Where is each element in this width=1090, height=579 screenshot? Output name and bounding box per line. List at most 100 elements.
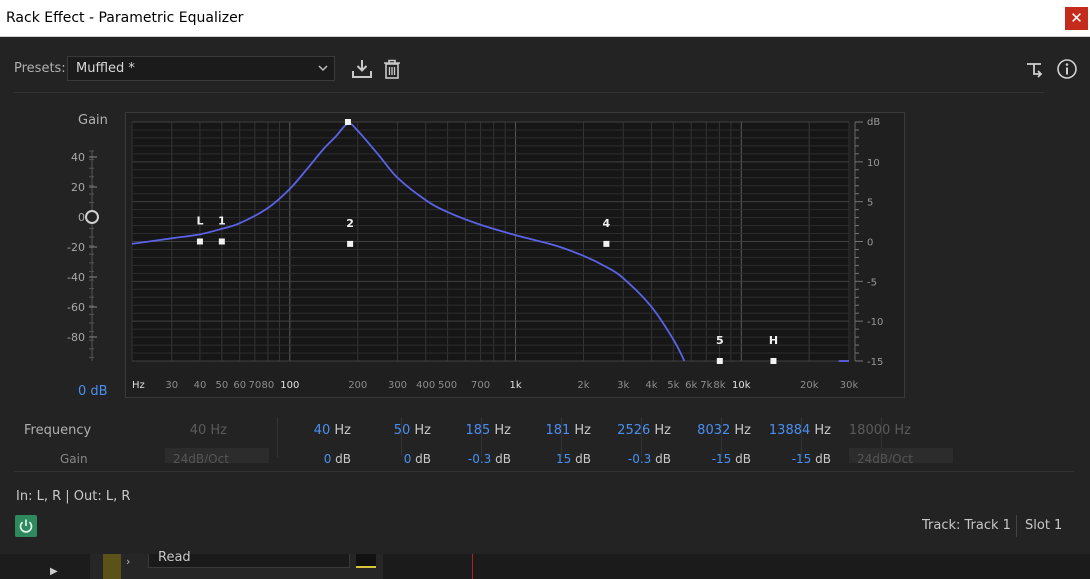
frequency-row-label: Frequency (24, 423, 92, 438)
band-frequency-unit: Hz (490, 423, 511, 438)
divider (14, 471, 1074, 472)
band-gain-unit: dB (411, 452, 431, 463)
track-header-area (0, 554, 90, 579)
slot-label: Slot 1 (1025, 518, 1063, 533)
expand-icon[interactable]: › (126, 555, 130, 568)
channel-routing-button[interactable] (1024, 58, 1048, 82)
trash-icon (384, 59, 400, 79)
underlying-track-strip: ▶ › Read ⌄ (0, 550, 1090, 579)
gain-scale-label: -20 (67, 241, 85, 254)
band-7-gain[interactable]: -15 dB (673, 452, 751, 463)
track-label: Track: Track 1 (922, 518, 1011, 533)
frequency-tick-label: 50 (215, 380, 228, 391)
frequency-tick-label: 8k (713, 380, 725, 391)
band-frequency-unit: Hz (650, 423, 671, 438)
eq-frequency-graph[interactable]: Hz 30 40 50 60 70 80 100 200 300 400 500 700 1k 2k 3k 4k… (126, 113, 904, 397)
frequency-tick-label: 1k (509, 380, 521, 391)
frequency-tick-label: Hz (132, 380, 145, 391)
band-frequency-unit: Hz (730, 423, 751, 438)
band-5-gain[interactable]: 15 dB (513, 452, 591, 463)
band-handle[interactable] (196, 238, 203, 245)
gain-scale-label: -60 (67, 301, 85, 314)
band-3-gain[interactable]: 0 dB (353, 452, 431, 463)
master-gain-slider[interactable]: 40 20 0 -20 -40 -60 -80 (60, 147, 110, 367)
db-tick-label: 10 (867, 158, 880, 169)
gain-scale-label: 40 (71, 151, 85, 164)
frequency-tick-label: 400 (416, 380, 435, 391)
play-icon[interactable]: ▶ (50, 566, 58, 577)
band-frequency-value: 181 (545, 423, 571, 438)
frequency-tick-label: 3k (617, 380, 629, 391)
band-frequency-value: 185 (465, 423, 491, 438)
window-title: Rack Effect - Parametric Equalizer (6, 10, 244, 26)
band-1-slope-dropdown[interactable]: 24dB/Oct (165, 448, 269, 463)
gain-scale-label: -80 (67, 331, 85, 344)
info-icon (1057, 59, 1077, 79)
save-preset-button[interactable] (350, 57, 374, 81)
divider (1016, 515, 1017, 537)
frequency-tick-label: 300 (388, 380, 407, 391)
frequency-tick-label: 200 (348, 380, 367, 391)
band-frequency-unit: Hz (570, 423, 591, 438)
level-meter (356, 554, 376, 568)
band-4-gain[interactable]: -0.3 dB (433, 452, 511, 463)
db-tick-label: -5 (867, 277, 877, 288)
band-handle[interactable] (218, 238, 225, 245)
band-2-frequency[interactable]: 40 Hz (273, 423, 351, 438)
db-tick-label: 5 (867, 198, 873, 209)
gain-scale-label: -40 (67, 271, 85, 284)
slope-value: 24dB/Oct (857, 452, 913, 463)
gain-label: Gain (78, 113, 108, 128)
presets-dropdown[interactable]: Muffled * (67, 56, 335, 81)
band-7-frequency[interactable]: 8032 Hz (673, 423, 751, 438)
band-gain-unit: dB (731, 452, 751, 463)
band-handle[interactable] (347, 240, 354, 247)
band-3-frequency[interactable]: 50 Hz (353, 423, 431, 438)
band-6-frequency[interactable]: 2526 Hz (593, 423, 671, 438)
frequency-tick-label: 6k (685, 380, 697, 391)
band-1-frequency[interactable]: 40 Hz (149, 423, 227, 438)
frequency-tick-label: 70 (248, 380, 261, 391)
db-tick-label: -15 (867, 357, 883, 368)
io-routing-label: In: L, R | Out: L, R (16, 489, 131, 504)
frequency-tick-label: 4k (645, 380, 657, 391)
band-8-frequency[interactable]: 13884 Hz (753, 423, 831, 438)
automation-mode-dropdown[interactable]: Read ⌄ (148, 550, 491, 568)
band-9-slope-dropdown[interactable]: 24dB/Oct (849, 448, 953, 463)
band-9-frequency[interactable]: 18000 Hz (833, 423, 911, 438)
delete-preset-button[interactable] (380, 57, 404, 81)
effect-panel: Presets: Muffled * Gain 40200-20-40 (0, 37, 1090, 554)
band-6-gain[interactable]: -0.3 dB (593, 452, 671, 463)
info-button[interactable] (1055, 57, 1079, 81)
frequency-tick-label: 700 (471, 380, 490, 391)
band-8-gain[interactable]: -15 dB (753, 452, 831, 463)
power-button[interactable] (15, 515, 37, 537)
frequency-tick-label: 500 (438, 380, 457, 391)
band-frequency-unit: Hz (410, 423, 431, 438)
close-button[interactable]: ✕ (1065, 7, 1088, 30)
band-2-gain[interactable]: 0 dB (273, 452, 351, 463)
gain-value[interactable]: 0 dB (78, 384, 108, 399)
band-frequency-value: 2526 (617, 423, 651, 438)
band-frequency-unit: Hz (890, 423, 911, 438)
automation-mode-value: Read (158, 550, 191, 565)
db-axis-unit: dB (867, 117, 880, 128)
playhead[interactable] (472, 554, 473, 579)
band-handle[interactable] (716, 358, 723, 364)
band-handle-label: 5 (716, 334, 724, 347)
band-handle[interactable] (770, 358, 777, 364)
band-handle-label: L (196, 215, 203, 228)
frequency-tick-label: 20k (800, 380, 819, 391)
band-frequency-unit: Hz (206, 423, 227, 438)
band-handle[interactable] (344, 119, 351, 125)
frequency-tick-label: 30k (840, 380, 859, 391)
divider (14, 92, 1044, 93)
band-controls: Frequency Gain 40 Hz 24dB/Oct 40 Hz 0 dB 50 … (0, 415, 1090, 463)
gain-scale-label: 20 (71, 181, 85, 194)
band-gain-unit: dB (811, 452, 831, 463)
band-5-frequency[interactable]: 181 Hz (513, 423, 591, 438)
timeline[interactable] (383, 554, 1090, 579)
band-handle[interactable] (603, 240, 610, 247)
gain-slider-knob[interactable] (85, 210, 99, 224)
band-4-frequency[interactable]: 185 Hz (433, 423, 511, 438)
